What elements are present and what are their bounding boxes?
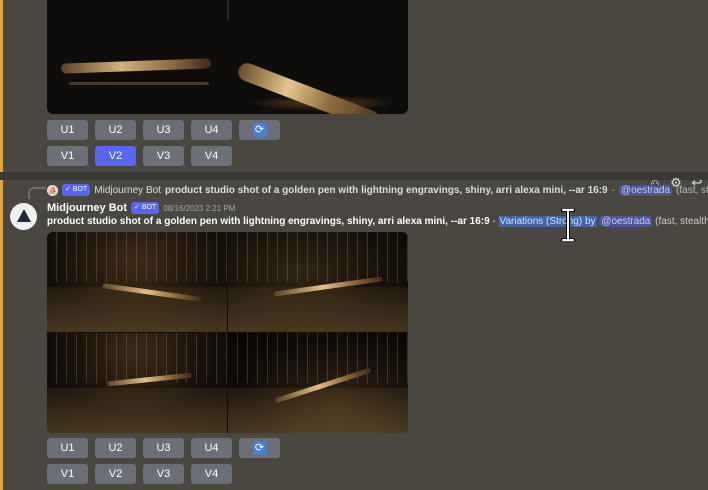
variation-4-button[interactable]: V4: [191, 464, 232, 484]
username[interactable]: Midjourney Bot: [47, 202, 127, 214]
generated-image-grid[interactable]: [47, 232, 408, 433]
bot-badge-label: BOT: [72, 186, 88, 193]
variation-button-row: V1 V2 V3 V4: [47, 464, 232, 484]
image-detail: [228, 287, 408, 332]
upscale-2-button[interactable]: U2: [95, 120, 136, 140]
status-text: (fast, stealth): [655, 216, 708, 227]
upscale-4-button[interactable]: U4: [191, 438, 232, 458]
unread-edge-bar: [0, 0, 3, 490]
variation-label-selected: Variations (Strong) by: [498, 216, 597, 227]
variation-3-button[interactable]: V3: [143, 464, 184, 484]
image-variation-3[interactable]: [47, 333, 227, 433]
variation-2-button[interactable]: V2: [95, 146, 136, 166]
pen-render: [60, 58, 212, 74]
generated-image-grid-previous[interactable]: [47, 0, 408, 114]
variation-1-button[interactable]: V1: [47, 146, 88, 166]
variation-button-row-previous: V1 V2 V3 V4: [47, 146, 232, 166]
reroll-button[interactable]: ⟳: [239, 438, 280, 458]
reply-mention[interactable]: @oestrada: [618, 184, 673, 196]
upscale-4-button[interactable]: U4: [191, 120, 232, 140]
reply-author[interactable]: Midjourney Bot: [94, 185, 161, 196]
reroll-button[interactable]: ⟳: [239, 120, 280, 140]
image-detail: [47, 333, 227, 383]
bot-badge: ✓ BOT: [62, 184, 91, 196]
text-cursor-icon: [561, 209, 575, 241]
upscale-button-row-previous: U1 U2 U3 U4 ⟳: [47, 120, 280, 140]
image-detail: [228, 388, 408, 433]
avatar[interactable]: [10, 203, 37, 230]
upscale-1-button[interactable]: U1: [47, 120, 88, 140]
image-variation-2[interactable]: [228, 232, 408, 332]
reply-reference[interactable]: ⛵ ✓ BOT Midjourney Bot product studio sh…: [47, 182, 708, 198]
reply-connector: [28, 187, 46, 199]
pen-reflection: [69, 82, 209, 85]
grid-divider: [227, 0, 229, 20]
reply-status: (fast, stealth): [676, 184, 708, 196]
image-detail: [228, 232, 408, 282]
image-detail: [47, 388, 227, 433]
upscale-button-row: U1 U2 U3 U4 ⟳: [47, 438, 280, 458]
prompt-text: product studio shot of a golden pen with…: [47, 216, 490, 227]
timestamp: 08/16/2023 2:21 PM: [163, 203, 236, 213]
reply-separator: -: [611, 184, 615, 196]
refresh-icon: ⟳: [252, 123, 267, 137]
variation-1-button[interactable]: V1: [47, 464, 88, 484]
message-header: Midjourney Bot ✓ BOT 08/16/2023 2:21 PM: [47, 202, 235, 214]
sailboat-icon: [16, 209, 31, 222]
image-detail: [228, 333, 408, 383]
image-variation-4[interactable]: [228, 333, 408, 433]
image-variation-1[interactable]: [47, 232, 227, 332]
bot-badge: ✓ BOT: [131, 202, 160, 214]
bot-badge-label: BOT: [141, 204, 157, 211]
refresh-icon: ⟳: [252, 441, 267, 455]
reply-prompt: product studio shot of a golden pen with…: [164, 184, 608, 196]
image-detail: [47, 287, 227, 332]
variation-3-button[interactable]: V3: [143, 146, 184, 166]
variation-2-button[interactable]: V2: [95, 464, 136, 484]
upscale-1-button[interactable]: U1: [47, 438, 88, 458]
reply-avatar: ⛵: [47, 184, 58, 196]
content-separator: -: [489, 216, 499, 227]
message-content: product studio shot of a golden pen with…: [47, 216, 708, 227]
upscale-3-button[interactable]: U3: [143, 438, 184, 458]
upscale-3-button[interactable]: U3: [143, 120, 184, 140]
image-detail: [47, 232, 227, 282]
message-hover-band: [0, 172, 708, 180]
mention[interactable]: @oestrada: [599, 216, 653, 227]
variation-4-button[interactable]: V4: [191, 146, 232, 166]
upscale-2-button[interactable]: U2: [95, 438, 136, 458]
